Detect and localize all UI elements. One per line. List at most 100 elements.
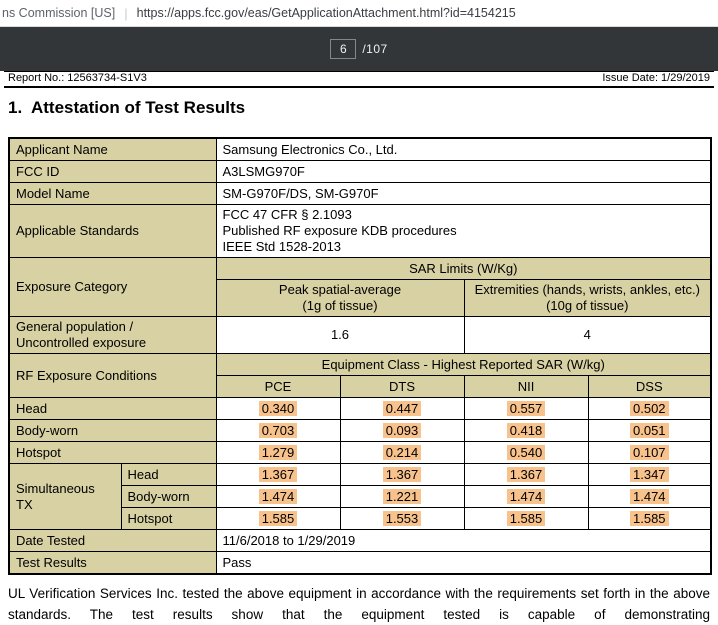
document-header: Report No.: 12563734-S1V3 Issue Date: 1/… [4, 71, 714, 88]
row-head: Head 0.340 0.447 0.557 0.502 [9, 398, 711, 420]
fcc-id-value: A3LSMG970F [216, 161, 711, 183]
date-tested-label: Date Tested [9, 530, 216, 552]
sar-value-cell: 1.585 [464, 508, 588, 530]
equipment-class-header: Equipment Class - Highest Reported SAR (… [216, 354, 711, 376]
applicant-name-value: Samsung Electronics Co., Ltd. [216, 138, 711, 161]
test-results-value: Pass [216, 552, 711, 575]
address-separator: | [115, 6, 136, 21]
highlighted-sar-value: 0.051 [630, 423, 669, 438]
peak-limit-value: 1.6 [216, 317, 464, 354]
head-label: Head [9, 398, 216, 420]
highlighted-sar-value: 0.703 [259, 423, 298, 438]
address-bar[interactable]: ns Commission [US] | https://apps.fcc.go… [0, 0, 718, 27]
highlighted-sar-value: 1.221 [383, 489, 422, 504]
section-title: 1. Attestation of Test Results [8, 98, 718, 118]
highlighted-sar-value: 0.107 [630, 445, 669, 460]
row-hotspot: Hotspot 1.279 0.214 0.540 0.107 [9, 442, 711, 464]
browser-window: ns Commission [US] | https://apps.fcc.go… [0, 0, 718, 625]
report-number: Report No.: 12563734-S1V3 [8, 73, 147, 85]
highlighted-sar-value: 1.553 [383, 511, 422, 526]
standards-value: FCC 47 CFR § 2.1093 Published RF exposur… [216, 205, 711, 258]
row-fcc-id: FCC ID A3LSMG970F [9, 161, 711, 183]
highlighted-sar-value: 1.279 [259, 445, 298, 460]
column-header-pce: PCE [216, 376, 340, 398]
sar-value-cell: 1.474 [464, 486, 588, 508]
simultaneous-head-label: Head [121, 464, 216, 486]
site-identity-badge: ns Commission [US] [2, 6, 115, 20]
highlighted-sar-value: 1.367 [259, 467, 298, 482]
sar-value-cell: 0.540 [464, 442, 588, 464]
sar-value-cell: 0.093 [340, 420, 464, 442]
simultaneous-tx-label: Simultaneous TX [9, 464, 121, 530]
highlighted-sar-value: 1.347 [630, 467, 669, 482]
highlighted-sar-value: 0.447 [383, 401, 422, 416]
row-standards: Applicable Standards FCC 47 CFR § 2.1093… [9, 205, 711, 258]
issue-date: Issue Date: 1/29/2019 [602, 73, 710, 85]
row-applicant: Applicant Name Samsung Electronics Co., … [9, 138, 711, 161]
date-tested-value: 11/6/2018 to 1/29/2019 [216, 530, 711, 552]
column-header-nii: NII [464, 376, 588, 398]
row-model: Model Name SM-G970F/DS, SM-G970F [9, 183, 711, 205]
url-text[interactable]: https://apps.fcc.gov/eas/GetApplicationA… [137, 6, 516, 20]
row-date-tested: Date Tested 11/6/2018 to 1/29/2019 [9, 530, 711, 552]
sar-value-cell: 0.107 [588, 442, 711, 464]
exposure-category-label: Exposure Category [9, 258, 216, 317]
peak-spatial-average-header: Peak spatial-average (1g of tissue) [216, 280, 464, 317]
body-worn-label: Body-worn [9, 420, 216, 442]
sar-value-cell: 1.347 [588, 464, 711, 486]
attestation-paragraph: UL Verification Services Inc. tested the… [8, 583, 710, 625]
highlighted-sar-value: 0.540 [507, 445, 546, 460]
sar-value-cell: 1.474 [588, 486, 711, 508]
hotspot-label: Hotspot [9, 442, 216, 464]
sar-limits-header: SAR Limits (W/Kg) [216, 258, 711, 280]
test-results-label: Test Results [9, 552, 216, 575]
sar-value-cell: 0.703 [216, 420, 340, 442]
highlighted-sar-value: 1.474 [259, 489, 298, 504]
sar-value-cell: 0.418 [464, 420, 588, 442]
sar-value-cell: 1.367 [216, 464, 340, 486]
highlighted-sar-value: 1.585 [630, 511, 669, 526]
page-count-label: /107 [362, 42, 387, 56]
sar-value-cell: 0.557 [464, 398, 588, 420]
highlighted-sar-value: 0.557 [507, 401, 546, 416]
sar-value-cell: 0.447 [340, 398, 464, 420]
general-population-label: General population / Uncontrolled exposu… [9, 317, 216, 354]
extremities-header: Extremities (hands, wrists, ankles, etc.… [464, 280, 711, 317]
row-body-worn: Body-worn 0.703 0.093 0.418 0.051 [9, 420, 711, 442]
sar-value-cell: 0.214 [340, 442, 464, 464]
sar-value-cell: 1.279 [216, 442, 340, 464]
model-name-value: SM-G970F/DS, SM-G970F [216, 183, 711, 205]
sar-value-cell: 1.585 [216, 508, 340, 530]
row-test-results: Test Results Pass [9, 552, 711, 575]
sar-value-cell: 1.367 [464, 464, 588, 486]
sar-value-cell: 1.585 [588, 508, 711, 530]
sar-value-cell: 0.340 [216, 398, 340, 420]
standards-label: Applicable Standards [9, 205, 216, 258]
highlighted-sar-value: 1.367 [507, 467, 546, 482]
highlighted-sar-value: 0.214 [383, 445, 422, 460]
extremities-limit-value: 4 [464, 317, 711, 354]
sar-value-cell: 1.367 [340, 464, 464, 486]
column-header-dts: DTS [340, 376, 464, 398]
simultaneous-hotspot-label: Hotspot [121, 508, 216, 530]
sar-value-cell: 1.221 [340, 486, 464, 508]
row-equipment-class-header: RF Exposure Conditions Equipment Class -… [9, 354, 711, 376]
applicant-name-label: Applicant Name [9, 138, 216, 161]
highlighted-sar-value: 0.093 [383, 423, 422, 438]
fcc-id-label: FCC ID [9, 161, 216, 183]
highlighted-sar-value: 0.340 [259, 401, 298, 416]
row-simultaneous-head: Simultaneous TX Head 1.367 1.367 1.367 1… [9, 464, 711, 486]
pdf-page: Report No.: 12563734-S1V3 Issue Date: 1/… [0, 71, 718, 625]
sar-value-cell: 1.553 [340, 508, 464, 530]
sar-value-cell: 1.474 [216, 486, 340, 508]
test-results-table: Applicant Name Samsung Electronics Co., … [8, 137, 712, 575]
row-sar-limits-header: Exposure Category SAR Limits (W/Kg) [9, 258, 711, 280]
rf-exposure-conditions-label: RF Exposure Conditions [9, 354, 216, 398]
highlighted-sar-value: 0.418 [507, 423, 546, 438]
page-number-input[interactable]: 6 [330, 39, 356, 59]
highlighted-sar-value: 1.367 [383, 467, 422, 482]
row-general-population: General population / Uncontrolled exposu… [9, 317, 711, 354]
simultaneous-body-worn-label: Body-worn [121, 486, 216, 508]
sar-value-cell: 0.502 [588, 398, 711, 420]
highlighted-sar-value: 1.474 [630, 489, 669, 504]
